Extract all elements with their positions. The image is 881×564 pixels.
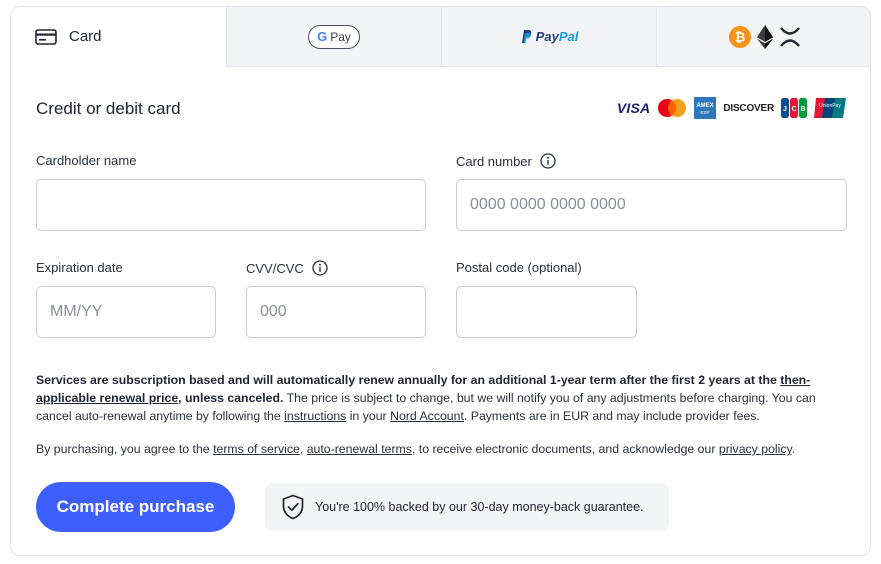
terms-bold-2: , unless canceled. — [178, 391, 284, 405]
privacy-policy-link[interactable]: privacy policy — [719, 442, 792, 456]
svg-text:EXP: EXP — [701, 110, 710, 115]
terms-bold-1: Services are subscription based and will… — [36, 373, 781, 387]
info-icon[interactable] — [312, 260, 328, 276]
agree-text-3: , to receive electronic documents, and a… — [411, 442, 719, 456]
mastercard-logo — [657, 98, 687, 118]
expiration-date-label: Expiration date — [36, 260, 123, 275]
card-number-label-text: Card number — [456, 153, 532, 169]
postal-code-label: Postal code (optional) — [456, 260, 582, 275]
agree-text-2: , — [299, 442, 307, 456]
section-title: Credit or debit card — [36, 99, 181, 118]
amex-logo: AMEX EXP — [694, 97, 717, 119]
svg-text:UnionPay: UnionPay — [819, 103, 841, 109]
cvv-label-text: CVV/CVC — [246, 260, 304, 276]
visa-logo: VISA — [616, 100, 651, 116]
guarantee-text: You're 100% backed by our 30-day money-b… — [315, 500, 644, 514]
terms-text-2: in your — [346, 409, 391, 423]
agree-text-1: By purchasing, you agree to the — [36, 442, 214, 456]
tab-paypal[interactable]: Pay Pal — [441, 7, 656, 67]
tab-google-pay[interactable]: G Pay — [226, 7, 441, 67]
tab-card-label: Card — [69, 28, 102, 45]
agree-text-4: . — [791, 442, 796, 456]
postal-code-label-text: Postal code (optional) — [456, 260, 582, 275]
terms-of-service-link[interactable]: terms of service — [213, 442, 300, 456]
payment-panel: Card G Pay Pay Pal ₿ Credit or debit car… — [10, 6, 871, 556]
cvv-input[interactable] — [246, 286, 426, 338]
terms-text-3: . Payments are in EUR and may include pr… — [463, 409, 760, 423]
svg-text:J: J — [783, 106, 787, 113]
postal-code-input[interactable] — [456, 286, 637, 338]
instructions-link[interactable]: instructions — [284, 409, 346, 423]
tab-crypto[interactable]: ₿ — [656, 7, 870, 67]
info-icon[interactable] — [540, 153, 556, 169]
xrp-icon — [779, 26, 801, 47]
nord-account-link[interactable]: Nord Account — [390, 409, 464, 423]
google-pay-label: Pay — [330, 29, 351, 44]
svg-text:AMEX: AMEX — [697, 103, 714, 109]
card-number-input[interactable] — [456, 179, 847, 231]
jcb-logo: J C B — [781, 98, 807, 118]
money-back-guarantee: You're 100% backed by our 30-day money-b… — [265, 483, 669, 531]
subscription-terms: Services are subscription based and will… — [36, 371, 848, 425]
discover-logo: DISCOVER — [723, 102, 774, 114]
cardholder-name-label-text: Cardholder name — [36, 153, 137, 168]
cardholder-name-input[interactable] — [36, 179, 426, 231]
card-number-label: Card number — [456, 153, 556, 169]
svg-text:C: C — [791, 106, 796, 113]
cvv-label: CVV/CVC — [246, 260, 328, 276]
purchase-agreement: By purchasing, you agree to the terms of… — [36, 440, 856, 458]
unionpay-logo: UnionPay — [814, 98, 846, 118]
svg-text:₿: ₿ — [734, 30, 745, 45]
paypal-label-pal: Pal — [558, 29, 579, 44]
tab-card[interactable]: Card — [11, 7, 226, 67]
google-g-icon: G — [317, 29, 328, 44]
ethereum-icon — [756, 24, 773, 49]
complete-purchase-button[interactable]: Complete purchase — [36, 482, 235, 532]
payment-method-tabs: Card G Pay Pay Pal ₿ — [11, 7, 870, 67]
auto-renewal-terms-link[interactable]: auto-renewal terms — [307, 442, 412, 456]
paypal-label-pay: Pay — [535, 29, 559, 44]
google-pay-badge: G Pay — [308, 24, 360, 49]
expiration-date-input[interactable] — [36, 286, 216, 338]
paypal-wordmark: Pay Pal — [536, 29, 579, 44]
cardholder-name-label: Cardholder name — [36, 153, 136, 168]
svg-text:B: B — [800, 106, 805, 113]
card-brand-logos: VISA AMEX EXP DISCOVER J C B UnionPay — [617, 97, 846, 119]
expiration-date-label-text: Expiration date — [36, 260, 123, 275]
paypal-icon — [520, 29, 532, 44]
credit-card-icon — [35, 28, 57, 45]
crypto-icons: ₿ — [728, 24, 801, 49]
shield-check-icon — [281, 494, 305, 520]
bitcoin-icon: ₿ — [728, 25, 751, 48]
